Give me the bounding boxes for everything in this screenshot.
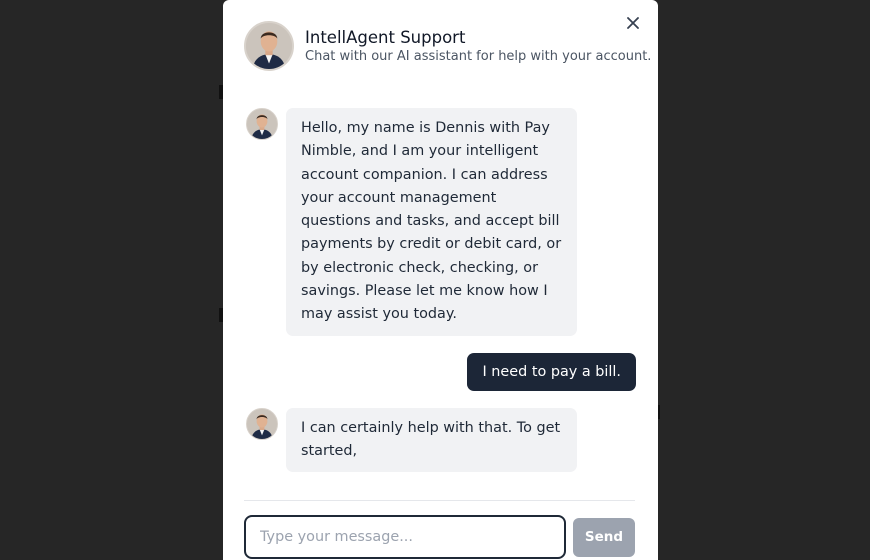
composer: Send [244,515,635,559]
chat-modal: IntellAgent Support Chat with our AI ass… [223,0,658,560]
agent-message-bubble: I can certainly help with that. To get s… [286,407,577,473]
avatar [244,21,294,71]
user-message: I need to pay a bill. [246,352,636,391]
divider [244,500,635,501]
message-list: Hello, my name is Dennis with Pay Nimble… [246,108,636,473]
agent-message: I can certainly help with that. To get s… [246,407,636,473]
chat-header: IntellAgent Support Chat with our AI ass… [244,21,651,71]
message-input[interactable] [244,515,566,559]
agent-message: Hello, my name is Dennis with Pay Nimble… [246,108,636,336]
avatar [246,407,278,440]
agent-avatar-icon [247,109,277,139]
avatar [246,108,278,140]
chat-title: IntellAgent Support [305,27,466,47]
agent-message-bubble: Hello, my name is Dennis with Pay Nimble… [286,108,577,336]
agent-avatar-icon [246,23,292,69]
user-message-bubble: I need to pay a bill. [467,352,636,391]
send-button[interactable]: Send [573,517,635,557]
chat-subtitle: Chat with our AI assistant for help with… [305,48,652,64]
agent-avatar-icon [247,408,277,439]
